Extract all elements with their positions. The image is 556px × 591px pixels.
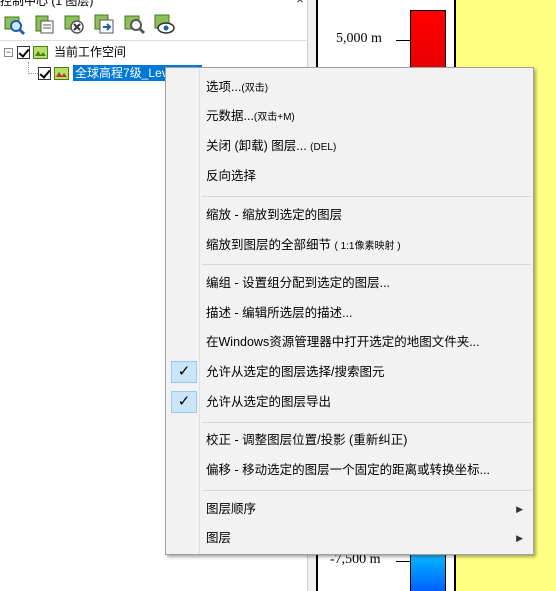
view-layer-icon[interactable] — [152, 12, 176, 36]
check-icon: ✓ — [171, 391, 197, 413]
root-visibility-checkbox[interactable] — [17, 45, 30, 59]
menu-item-group[interactable]: 编组 - 设置组分配到选定的图层... — [168, 271, 531, 295]
menu-item-allow-export[interactable]: ✓ 允许从选定的图层导出 — [168, 390, 531, 414]
zoom-layer-icon[interactable] — [122, 12, 146, 36]
legend-top-label: 5,000 m — [336, 31, 382, 46]
workspace-icon — [33, 45, 48, 59]
menu-item-label: 元数据... — [206, 109, 254, 123]
menu-item-label: 允许从选定的图层选择/搜索图元 — [206, 365, 385, 379]
menu-item-close-layer[interactable]: 关闭 (卸载) 图层... (DEL) — [168, 134, 531, 158]
layer-properties-icon[interactable] — [32, 12, 56, 36]
menu-separator — [202, 196, 531, 197]
menu-item-label: 图层顺序 — [206, 502, 257, 516]
menu-item-allow-select[interactable]: ✓ 允许从选定的图层选择/搜索图元 — [168, 360, 531, 384]
menu-separator — [202, 264, 531, 265]
menu-item-hint: (DEL) — [310, 142, 337, 153]
menu-item-zoom-full-detail[interactable]: 缩放到图层的全部细节 ( 1:1像素映射 ) — [168, 233, 531, 257]
menu-item-label: 缩放 - 缩放到选定的图层 — [206, 208, 343, 222]
menu-separator — [202, 490, 531, 491]
submenu-arrow-icon: ▶ — [516, 504, 523, 514]
elevation-layer-icon — [54, 66, 69, 80]
layer-visibility-checkbox[interactable] — [38, 66, 51, 80]
menu-item-label: 反向选择 — [206, 169, 257, 183]
menu-item-invert-selection[interactable]: 反向选择 — [168, 164, 531, 188]
menu-item-label: 选项... — [206, 80, 242, 94]
tree-root-row[interactable]: − 当前工作空间 — [4, 43, 128, 61]
menu-item-rectify[interactable]: 校正 - 调整图层位置/投影 (重新纠正) — [168, 428, 531, 452]
menu-item-label: 在Windows资源管理器中打开选定的地图文件夹... — [206, 335, 480, 349]
menu-item-metadata[interactable]: 元数据...(双击+M) — [168, 104, 531, 128]
panel-title: 控制中心 (1 图层) — [0, 0, 94, 8]
menu-item-hint: ( 1:1像素映射 ) — [334, 241, 401, 252]
root-label[interactable]: 当前工作空间 — [52, 44, 128, 60]
legend-tick — [396, 561, 410, 562]
close-layer-icon[interactable] — [62, 12, 86, 36]
check-icon: ✓ — [171, 361, 197, 383]
menu-item-label: 关闭 (卸载) 图层... — [206, 139, 311, 153]
layer-context-menu: 选项...(双击) 元数据...(双击+M) 关闭 (卸载) 图层... (DE… — [165, 67, 534, 555]
menu-item-label: 允许从选定的图层导出 — [206, 395, 332, 409]
toolbar-divider — [0, 40, 308, 41]
menu-item-layer-order[interactable]: 图层顺序 ▶ — [168, 497, 531, 521]
menu-item-zoom-to-layer[interactable]: 缩放 - 缩放到选定的图层 — [168, 203, 531, 227]
export-layer-icon[interactable] — [92, 12, 116, 36]
menu-item-label: 编组 - 设置组分配到选定的图层... — [206, 276, 391, 290]
menu-item-describe[interactable]: 描述 - 编辑所选层的描述... — [168, 301, 531, 325]
legend-tick — [396, 40, 410, 41]
menu-separator — [202, 422, 531, 423]
collapse-icon[interactable]: − — [4, 47, 13, 57]
close-icon[interactable]: × — [293, 0, 307, 7]
menu-item-shift[interactable]: 偏移 - 移动选定的图层一个固定的距离或转换坐标... — [168, 458, 531, 482]
layer-toolbar — [0, 12, 308, 38]
menu-item-label: 缩放到图层的全部细节 — [206, 238, 335, 252]
menu-item-options[interactable]: 选项...(双击) — [168, 75, 531, 99]
tree-connector — [28, 73, 38, 74]
menu-item-open-in-explorer[interactable]: 在Windows资源管理器中打开选定的地图文件夹... — [168, 330, 531, 354]
menu-item-label: 图层 — [206, 531, 232, 545]
search-layer-icon[interactable] — [2, 12, 26, 36]
submenu-arrow-icon: ▶ — [516, 533, 523, 543]
menu-item-hint: (双击) — [241, 83, 269, 94]
menu-item-label: 偏移 - 移动选定的图层一个固定的距离或转换坐标... — [206, 463, 491, 477]
menu-item-label: 描述 - 编辑所选层的描述... — [206, 306, 353, 320]
menu-item-label: 校正 - 调整图层位置/投影 (重新纠正) — [206, 433, 408, 447]
menu-item-layer[interactable]: 图层 ▶ — [168, 526, 531, 550]
menu-item-hint: (双击+M) — [253, 112, 295, 123]
